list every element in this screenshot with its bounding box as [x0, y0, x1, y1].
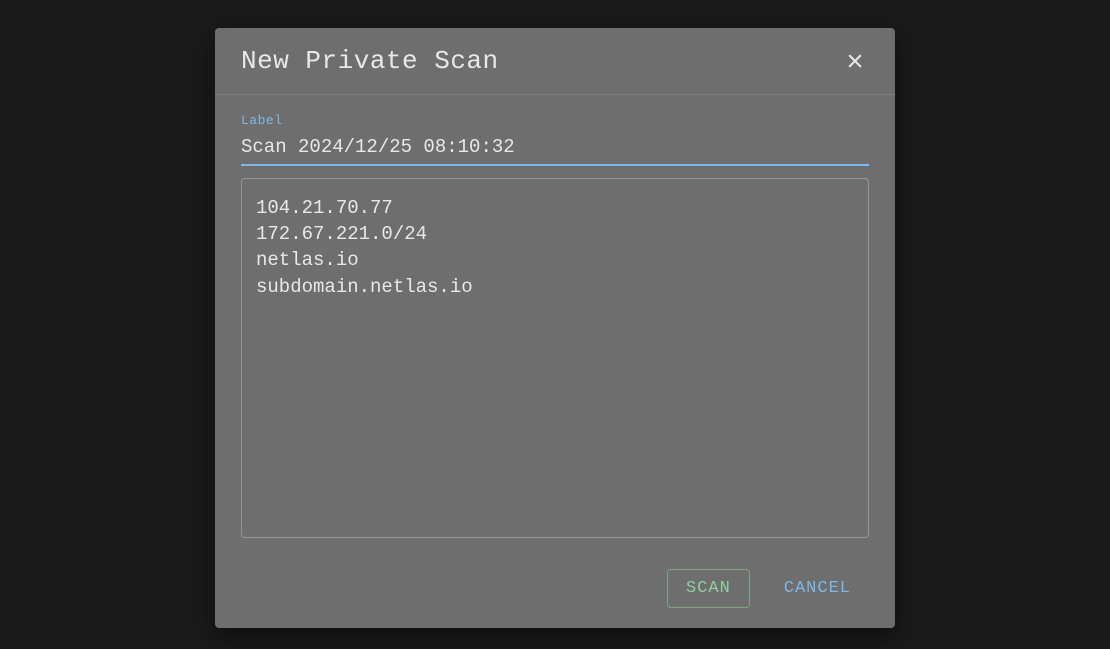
- dialog-title: New Private Scan: [241, 46, 499, 76]
- targets-textarea[interactable]: [241, 178, 869, 538]
- close-icon: [845, 51, 865, 71]
- dialog-header: New Private Scan: [215, 28, 895, 95]
- label-field-label: Label: [241, 113, 869, 128]
- cancel-button[interactable]: CANCEL: [766, 569, 869, 608]
- label-input[interactable]: [241, 132, 869, 166]
- dialog-footer: SCAN CANCEL: [215, 559, 895, 628]
- label-field-group: Label: [241, 113, 869, 166]
- new-scan-dialog: New Private Scan Label SCAN CANCEL: [215, 28, 895, 628]
- dialog-body: Label: [215, 95, 895, 559]
- close-button[interactable]: [841, 47, 869, 75]
- scan-button[interactable]: SCAN: [667, 569, 750, 608]
